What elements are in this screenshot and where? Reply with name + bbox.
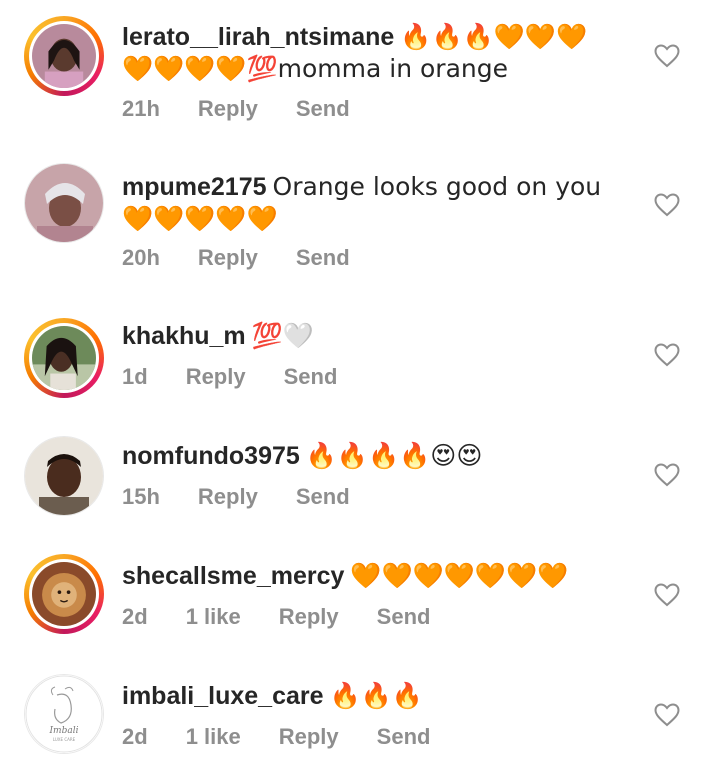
avatar[interactable]: [24, 163, 104, 243]
username[interactable]: lerato__lirah_ntsimane: [122, 23, 394, 51]
comment-body: 🔥🔥🔥🔥😍😍: [305, 441, 483, 470]
comment-meta: 20h Reply Send: [122, 245, 388, 271]
avatar[interactable]: [24, 436, 104, 516]
timestamp: 15h: [122, 484, 160, 509]
username[interactable]: mpume2175: [122, 173, 267, 201]
avatar[interactable]: [24, 318, 104, 398]
comment-meta: 1d Reply Send: [122, 364, 375, 390]
reply-button[interactable]: Reply: [198, 484, 258, 510]
send-button[interactable]: Send: [296, 245, 350, 271]
like-count[interactable]: 1 like: [186, 724, 241, 750]
svg-text:LUXE CARE: LUXE CARE: [53, 737, 76, 742]
heart-outline-icon[interactable]: [654, 193, 680, 217]
heart-outline-icon[interactable]: [654, 463, 680, 487]
avatar[interactable]: [24, 554, 104, 634]
send-button[interactable]: Send: [296, 96, 350, 122]
comment-body: 🧡🧡🧡🧡🧡🧡🧡: [350, 561, 569, 590]
svg-text:Imbali: Imbali: [49, 726, 79, 736]
avatar[interactable]: Imbali LUXE CARE: [24, 674, 104, 754]
heart-outline-icon[interactable]: [654, 703, 680, 727]
comment-text: mpume2175 Orange looks good on you🧡🧡🧡🧡🧡: [122, 171, 612, 235]
avatar[interactable]: [24, 16, 104, 96]
reply-button[interactable]: Reply: [279, 604, 339, 630]
reply-button[interactable]: Reply: [279, 724, 339, 750]
profile-photo: [25, 437, 103, 515]
heart-outline-icon[interactable]: [654, 343, 680, 367]
profile-photo: ImbaliLUXE CARE: [25, 675, 103, 753]
comment-text: lerato__lirah_ntsimane 🔥🔥🔥🧡🧡🧡🧡🧡🧡🧡💯momma i…: [122, 21, 612, 85]
like-count[interactable]: 1 like: [186, 604, 241, 630]
comment-text: nomfundo3975 🔥🔥🔥🔥😍😍: [122, 440, 612, 472]
reply-button[interactable]: Reply: [198, 96, 258, 122]
timestamp: 2d: [122, 604, 148, 629]
comment-body: 🔥🔥🔥: [329, 681, 423, 710]
timestamp: 20h: [122, 245, 160, 270]
reply-button[interactable]: Reply: [186, 364, 246, 390]
send-button[interactable]: Send: [284, 364, 338, 390]
profile-photo: [32, 326, 96, 390]
profile-photo: [32, 562, 96, 626]
username[interactable]: nomfundo3975: [122, 442, 300, 470]
username[interactable]: shecallsme_mercy: [122, 562, 344, 590]
comment-meta: 2d 1 like Reply Send: [122, 724, 468, 750]
comment-text: imbali_luxe_care 🔥🔥🔥: [122, 680, 612, 712]
heart-outline-icon[interactable]: [654, 583, 680, 607]
send-button[interactable]: Send: [377, 604, 431, 630]
timestamp: 2d: [122, 724, 148, 749]
timestamp: 1d: [122, 364, 148, 389]
timestamp: 21h: [122, 96, 160, 121]
comment-body: 💯🤍: [251, 321, 314, 350]
reply-button[interactable]: Reply: [198, 245, 258, 271]
heart-outline-icon[interactable]: [654, 44, 680, 68]
comment-meta: 15h Reply Send: [122, 484, 388, 510]
profile-photo: [32, 24, 96, 88]
comment-text: shecallsme_mercy 🧡🧡🧡🧡🧡🧡🧡: [122, 560, 612, 592]
comment-meta: 21h Reply Send: [122, 96, 388, 122]
comment-meta: 2d 1 like Reply Send: [122, 604, 468, 630]
profile-photo: [25, 164, 103, 242]
send-button[interactable]: Send: [296, 484, 350, 510]
send-button[interactable]: Send: [377, 724, 431, 750]
comment-text: khakhu_m 💯🤍: [122, 320, 612, 352]
username[interactable]: imbali_luxe_care: [122, 682, 324, 710]
username[interactable]: khakhu_m: [122, 322, 246, 350]
